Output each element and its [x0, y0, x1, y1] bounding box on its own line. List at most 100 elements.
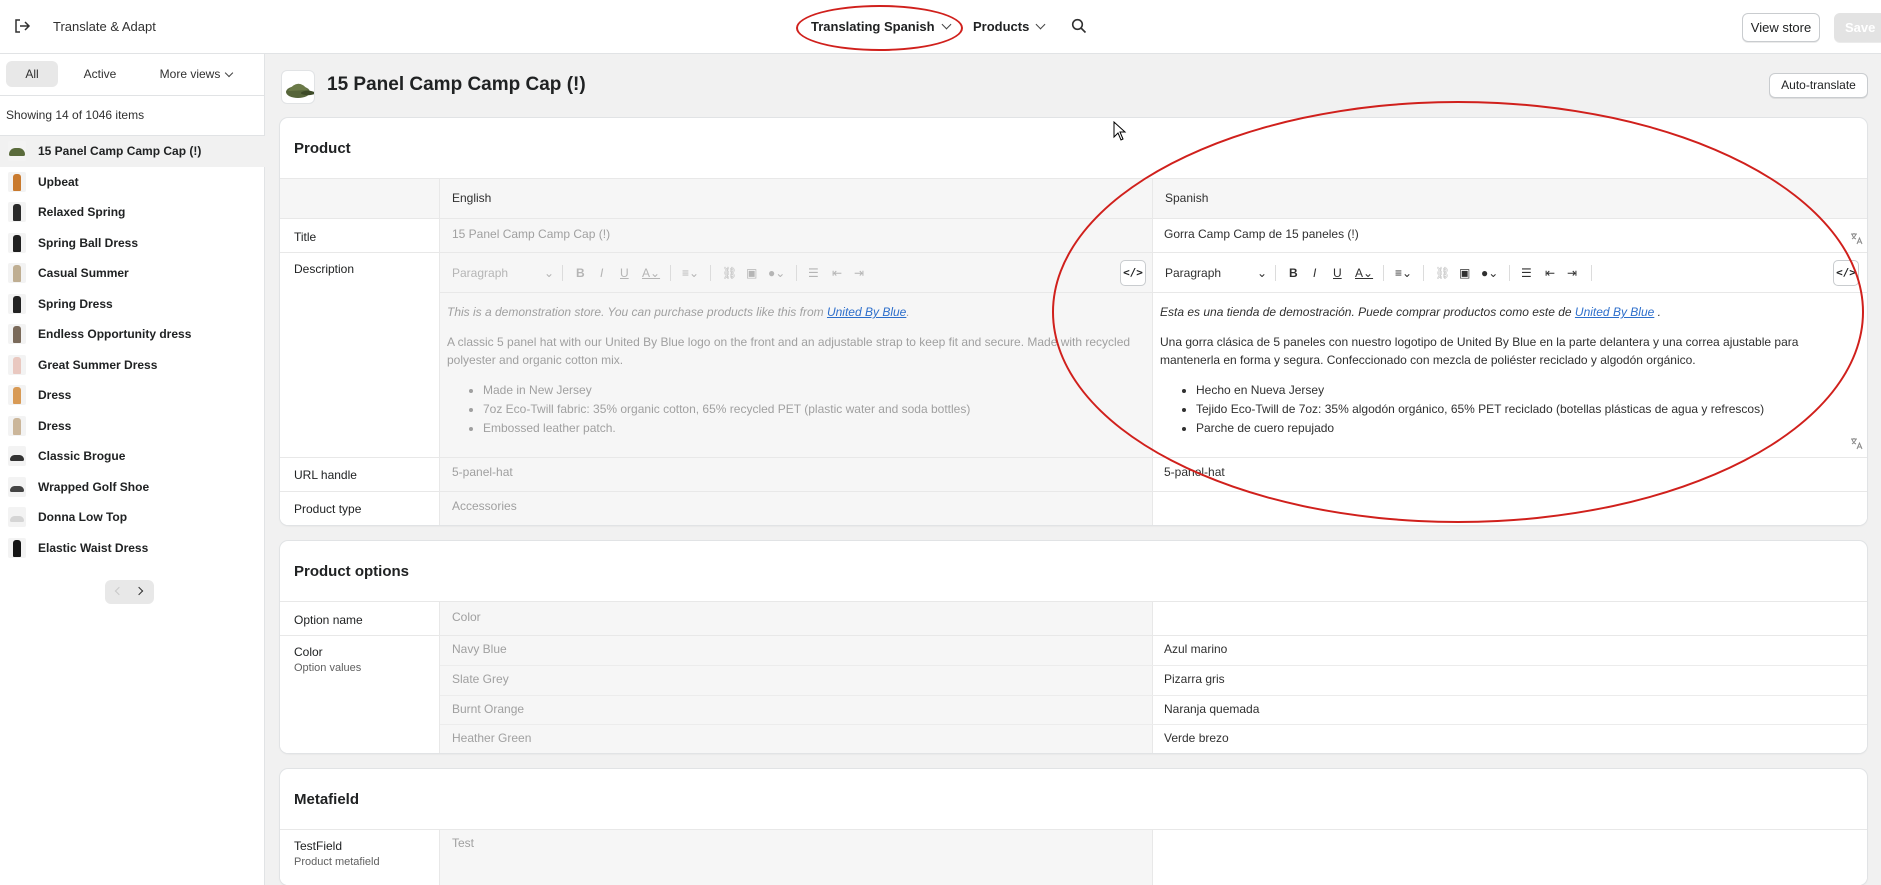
card-title: Product: [294, 140, 351, 157]
previous-page-button[interactable]: [114, 586, 124, 596]
image-icon[interactable]: ▣: [1459, 266, 1470, 280]
product-list-item[interactable]: Dress: [0, 380, 265, 411]
product-thumbnail: [8, 385, 26, 406]
desc-intro: Esta es una tienda de demostración. Pued…: [1160, 305, 1575, 319]
product-list-item[interactable]: Elastic Waist Dress: [0, 533, 265, 564]
spanish-header-cell: Spanish: [1153, 179, 1867, 218]
label-cell: Description: [280, 253, 440, 457]
option-value-translation[interactable]: Naranja quemada: [1164, 702, 1259, 716]
united-by-blue-link[interactable]: United By Blue: [827, 305, 906, 319]
spanish-description-editor[interactable]: Paragraph ⌄ B I U A⌄ ≡⌄ ⛓ ▣ ●⌄ ☰ ⇤ ⇥ </>…: [1153, 253, 1867, 457]
product-list-item[interactable]: Classic Brogue: [0, 441, 265, 472]
product-list-item[interactable]: Endless Opportunity dress: [0, 319, 265, 350]
align-icon[interactable]: ≡⌄: [1395, 266, 1412, 280]
language-selector[interactable]: Translating Spanish: [811, 19, 951, 34]
auto-translate-button[interactable]: Auto-translate: [1769, 73, 1868, 98]
option-value-source: Slate Grey: [452, 672, 509, 686]
video-icon[interactable]: ●⌄: [1481, 266, 1498, 280]
bold-icon[interactable]: B: [1289, 266, 1298, 280]
search-icon[interactable]: [1071, 18, 1087, 34]
option-value-translation[interactable]: Verde brezo: [1164, 731, 1229, 745]
product-options-card: Product options Option name Color Color …: [280, 541, 1867, 753]
product-thumbnail: [8, 446, 26, 467]
field-label: TestField: [294, 839, 343, 853]
underline-icon: U: [620, 266, 629, 280]
save-button[interactable]: Save: [1834, 13, 1881, 42]
tab-all[interactable]: All: [6, 61, 58, 87]
chevron-down-icon[interactable]: ⌄: [1257, 266, 1267, 280]
product-list-item[interactable]: Spring Dress: [0, 289, 265, 320]
url-translation-field[interactable]: 5-panel-hat: [1153, 458, 1867, 491]
type-translation-field[interactable]: [1153, 492, 1867, 525]
product-list-item[interactable]: Upbeat: [0, 167, 265, 198]
label-cell: Color Option values: [280, 636, 440, 753]
indent-icon: ⇥: [854, 266, 865, 280]
outdent-icon[interactable]: ⇤: [1545, 266, 1555, 280]
underline-icon[interactable]: U: [1333, 266, 1342, 280]
list-item: Parche de cuero repujado: [1196, 419, 1851, 437]
product-list-item[interactable]: Donna Low Top: [0, 502, 265, 533]
title-translation-field[interactable]: Gorra Camp Camp de 15 paneles (!): [1153, 219, 1867, 252]
next-page-button[interactable]: [134, 586, 144, 596]
mouse-cursor-icon: [1113, 121, 1127, 141]
product-list-item-label: Elastic Waist Dress: [38, 540, 149, 555]
united-by-blue-link[interactable]: United By Blue: [1575, 305, 1654, 319]
product-list-item-label: Classic Brogue: [38, 449, 126, 464]
bold-icon: B: [576, 266, 585, 280]
indent-icon[interactable]: ⇥: [1567, 266, 1577, 280]
code-view-button[interactable]: </>: [1120, 260, 1146, 286]
option-name-translation-field[interactable]: [1153, 602, 1867, 635]
option-value-translation[interactable]: Pizarra gris: [1164, 672, 1225, 686]
translate-icon[interactable]: [1849, 436, 1863, 450]
tab-active[interactable]: Active: [74, 61, 126, 87]
product-list-item[interactable]: Relaxed Spring: [0, 197, 265, 228]
divider: [1591, 265, 1592, 281]
product-type-row: Product type Accessories: [280, 491, 1867, 525]
url-handle-row: URL handle 5-panel-hat 5-panel-hat: [280, 457, 1867, 491]
translate-icon[interactable]: [1849, 231, 1863, 245]
paragraph-format-select: Paragraph: [452, 266, 509, 280]
divider: [710, 265, 711, 281]
resource-type-label: Products: [973, 19, 1030, 34]
tab-more-views[interactable]: More views: [134, 61, 258, 87]
product-list-item[interactable]: Spring Ball Dress: [0, 228, 265, 259]
divider: [796, 265, 797, 281]
type-source: Accessories: [452, 499, 517, 513]
divider: [440, 665, 1867, 666]
chevron-down-icon: [1035, 19, 1046, 30]
spanish-description-text[interactable]: Esta es una tienda de demostración. Pued…: [1160, 303, 1851, 438]
product-list-item[interactable]: Casual Summer: [0, 258, 265, 289]
list-item: Hecho en Nueva Jersey: [1196, 381, 1851, 399]
product-list-item[interactable]: 15 Panel Camp Camp Cap (!): [0, 136, 265, 167]
desc-body: A classic 5 panel hat with our United By…: [447, 335, 1131, 367]
product-thumbnail: [8, 171, 26, 192]
product-list-item[interactable]: Dress: [0, 411, 265, 442]
view-store-button[interactable]: View store: [1742, 13, 1820, 42]
product-thumbnail: [8, 537, 26, 558]
url-translation[interactable]: 5-panel-hat: [1164, 465, 1225, 479]
link-icon[interactable]: ⛓: [1435, 266, 1450, 280]
title-translation[interactable]: Gorra Camp Camp de 15 paneles (!): [1164, 227, 1359, 241]
thumbnail-shape: [13, 417, 21, 435]
option-value-translation[interactable]: Azul marino: [1164, 642, 1227, 656]
color-values-row: Color Option values Navy Blue Slate Grey…: [280, 635, 1867, 753]
top-bar: Translate & Adapt Translating Spanish Pr…: [0, 0, 1881, 54]
exit-icon[interactable]: [13, 17, 31, 35]
divider: [440, 695, 1867, 696]
code-view-button[interactable]: </>: [1833, 260, 1859, 286]
product-list-item[interactable]: Great Summer Dress: [0, 350, 265, 381]
divider: [562, 265, 563, 281]
product-thumbnail: [8, 293, 26, 314]
italic-icon[interactable]: I: [1313, 266, 1316, 280]
product-list-item[interactable]: Wrapped Golf Shoe: [0, 472, 265, 503]
title-source: 15 Panel Camp Camp Cap (!): [452, 227, 611, 241]
paragraph-format-select[interactable]: Paragraph: [1165, 266, 1221, 280]
metafield-translation-field[interactable]: [1153, 830, 1867, 885]
italic-icon: I: [600, 266, 604, 280]
product-list-item-label: Relaxed Spring: [38, 205, 126, 220]
resource-type-selector[interactable]: Products: [973, 19, 1046, 34]
bullet-list-icon[interactable]: ☰: [1521, 266, 1532, 280]
product-list-item-label: Upbeat: [38, 174, 79, 189]
text-color-icon[interactable]: A⌄: [1355, 266, 1373, 280]
divider: [440, 724, 1867, 725]
